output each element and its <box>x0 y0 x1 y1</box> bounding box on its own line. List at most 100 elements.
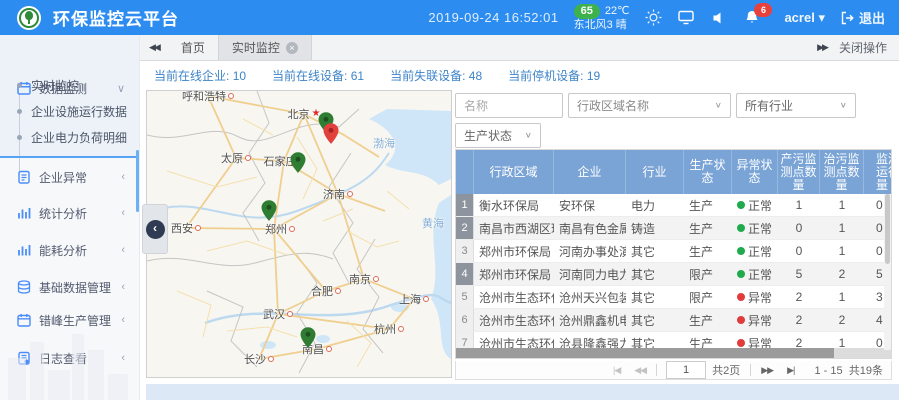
map-city-label: 呼和浩特 <box>182 91 234 104</box>
cell-pollution-points: 1 <box>778 194 820 216</box>
first-page-button[interactable]: |◀ <box>606 365 627 376</box>
table-body: 1 衡水环保局 安环保 电力 生产 正常 1 1 0 2 南昌市西湖区环保局 南… <box>456 194 892 350</box>
sidebar-scrollbar-thumb[interactable] <box>136 150 139 212</box>
table-row[interactable]: 1 衡水环保局 安环保 电力 生产 正常 1 1 0 <box>456 194 892 217</box>
cell-region: 郑州市环保局 <box>474 263 554 285</box>
city-dot-icon <box>195 225 201 231</box>
last-page-button[interactable]: ▶| <box>780 365 801 376</box>
row-number: 1 <box>456 194 474 216</box>
horizontal-scrollbar-thumb[interactable] <box>456 348 834 358</box>
sidebar-item-2[interactable]: 统计分析 ‹ <box>0 201 139 225</box>
speaker-icon[interactable] <box>710 9 728 27</box>
region-select[interactable]: 行政区域名称∨ <box>568 93 731 118</box>
cell-industry: 其它 <box>626 263 684 285</box>
tab-home[interactable]: 首页 <box>168 35 218 60</box>
sidebar-item-5[interactable]: 错峰生产管理 ‹ <box>0 308 139 332</box>
tabs-scroll-right-icon[interactable]: ▶▶ <box>815 42 829 53</box>
sidebar-item-label: 日志查看 <box>39 350 87 367</box>
tabs-scroll-left-icon[interactable]: ◀◀ <box>140 35 168 60</box>
sidebar-item-1[interactable]: 企业异常 ‹ <box>0 165 139 189</box>
cell-region: 衡水环保局 <box>474 194 554 216</box>
map-canvas[interactable]: 呼和浩特 北京 ★ 渤海 太原 石家庄 济南 黄海 西安 郑州 南京 合肥 上海… <box>147 91 451 377</box>
table-row[interactable]: 4 郑州市环保局 河南同力电力设备 其它 限产 正常 5 2 5 <box>456 263 892 286</box>
sidebar-item-6[interactable]: 日志查看 ‹ <box>0 346 139 370</box>
sidebar-subitem-1[interactable]: 实时监控 <box>0 73 139 97</box>
cell-production-status: 生产 <box>684 194 732 216</box>
chevron-left-icon: ‹ <box>121 207 125 219</box>
map-marker-red[interactable] <box>324 123 339 149</box>
city-dot-icon <box>228 93 234 99</box>
status-dot-icon <box>737 247 745 255</box>
close-operation-button[interactable]: 关闭操作 <box>839 39 887 56</box>
bullet-dot-icon <box>17 109 22 114</box>
sidebar-item-3[interactable]: 能耗分析 ‹ <box>0 238 139 262</box>
production-status-select[interactable]: 生产状态∨ <box>455 123 541 148</box>
cell-production-status: 生产 <box>684 240 732 262</box>
bar-chart-icon <box>17 206 31 220</box>
table-row[interactable]: 6 沧州市生态环保局 沧州鼎鑫机电设备 其它 生产 异常 2 2 4 <box>456 309 892 332</box>
city-dot-icon <box>326 346 332 352</box>
alarm-count-badge[interactable]: 6 <box>754 3 772 17</box>
column-header-1: 行政区域 <box>474 150 554 194</box>
map-marker-green[interactable] <box>291 152 306 178</box>
cell-company: 沧州天兴包装制品 <box>554 286 626 308</box>
datetime: 2019-09-24 16:52:01 <box>428 10 558 25</box>
monitor-icon[interactable] <box>677 9 695 27</box>
city-dot-icon <box>245 155 251 161</box>
chevron-left-icon: ‹ <box>153 221 157 235</box>
table-header: 行政区域企业行业生产状态异常状态产污监测点数量治污监测点数量监测点 运行数量 <box>456 150 892 194</box>
cell-treatment-points: 1 <box>820 286 864 308</box>
total-pages-label: 共2页 <box>712 362 740 378</box>
chevron-left-icon: ‹ <box>121 314 125 326</box>
sidebar-item-4[interactable]: 基础数据管理 ‹ <box>0 275 139 299</box>
page-number-input[interactable] <box>666 361 706 379</box>
table-row[interactable]: 5 沧州市生态环保局 沧州天兴包装制品 其它 限产 异常 2 1 3 <box>456 286 892 309</box>
cell-company: 安环保 <box>554 194 626 216</box>
cell-region: 南昌市西湖区环保局 <box>474 217 554 239</box>
cell-abnormal-status: 正常 <box>732 194 778 216</box>
next-page-button[interactable]: ▶▶ <box>754 365 780 376</box>
column-header-8: 监测点 运行数量 <box>864 150 892 194</box>
status-dot-icon <box>737 316 745 324</box>
stat-item: 当前停机设备: 19 <box>508 67 600 84</box>
name-search-input[interactable] <box>455 93 563 118</box>
cell-industry: 其它 <box>626 309 684 331</box>
right-panel: 行政区域名称∨ 所有行业∨ 生产状态∨ 行政区域企业行业生产状态异常状态产污监测… <box>455 90 899 380</box>
cell-company: 河南同力电力设备 <box>554 263 626 285</box>
map-city-label: 武汉 <box>263 306 293 322</box>
table-row[interactable]: 3 郑州市环保局 河南办事处演示 其它 生产 正常 0 1 0 <box>456 240 892 263</box>
row-number: 6 <box>456 309 474 331</box>
dropdown-arrow-icon: ∨ <box>715 101 722 110</box>
map-marker-green[interactable] <box>262 200 277 226</box>
table-row[interactable]: 2 南昌市西湖区环保局 南昌有色金属有限公司 铸造 生产 正常 0 1 0 <box>456 217 892 240</box>
map-city-label: 北京 ★ <box>288 106 321 122</box>
collapse-left-button[interactable]: ‹ <box>146 220 165 239</box>
app-title: 环保监控云平台 <box>53 5 179 30</box>
horizontal-scrollbar <box>456 348 892 358</box>
bar-chart-icon <box>17 243 31 257</box>
bell-icon[interactable]: 6 <box>743 9 761 27</box>
map-marker-green[interactable] <box>301 327 316 353</box>
dropdown-arrow-icon: ∨ <box>525 131 532 140</box>
status-dot-icon <box>737 270 745 278</box>
industry-select[interactable]: 所有行业∨ <box>736 93 856 118</box>
stat-item: 当前失联设备: 48 <box>390 67 482 84</box>
vertical-scrollbar-thumb[interactable] <box>885 194 890 264</box>
cell-industry: 其它 <box>626 286 684 308</box>
weather-text: 东北风3 晴 <box>574 19 627 32</box>
prev-page-button[interactable]: ◀◀ <box>627 365 653 376</box>
user-menu[interactable]: acrel ▾ <box>784 10 825 26</box>
chevron-left-icon: ‹ <box>121 281 125 293</box>
sidebar-item-label: 能耗分析 <box>39 242 87 259</box>
cell-company: 河南办事处演示 <box>554 240 626 262</box>
pager-divider <box>750 364 751 376</box>
map-city-label: 渤海 <box>373 135 395 151</box>
sidebar-subitem-3[interactable]: 企业电力负荷明细 <box>0 125 139 149</box>
map-city-label: 长沙 <box>244 351 274 367</box>
stat-item: 当前在线企业: 10 <box>154 67 246 84</box>
close-tab-icon[interactable]: × <box>286 42 298 54</box>
status-dot-icon <box>737 224 745 232</box>
logout-button[interactable]: 退出 <box>840 8 885 27</box>
tab-realtime-monitoring[interactable]: 实时监控 × <box>218 35 312 60</box>
sidebar-subitem-2[interactable]: 企业设施运行数据 <box>0 99 139 123</box>
